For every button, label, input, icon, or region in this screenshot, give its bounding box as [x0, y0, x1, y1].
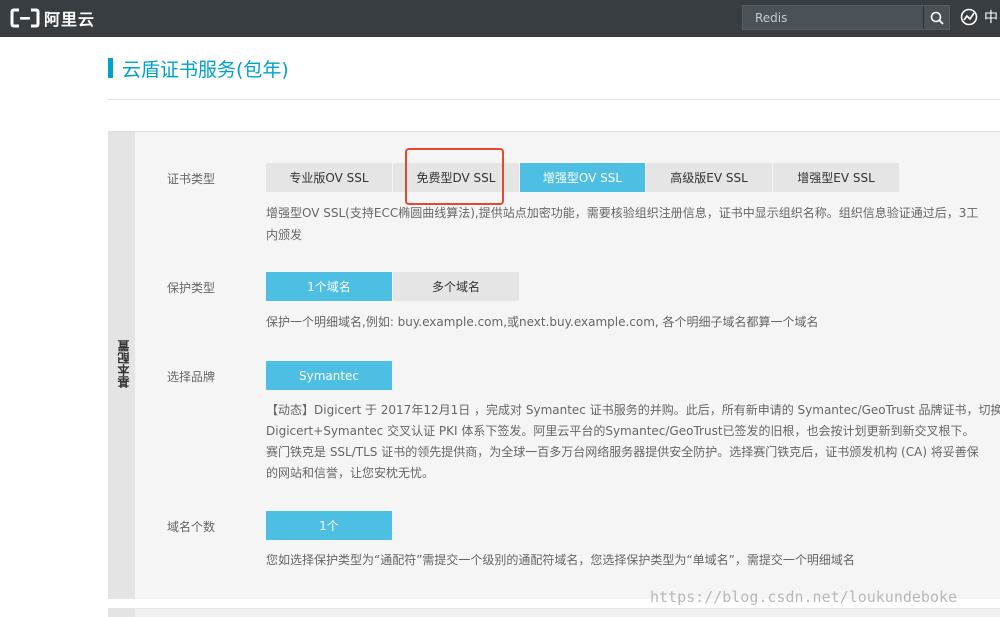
brand-description-line-1: 【动态】Digicert 于 2017年12月1日 ，完成对 Symantec … — [266, 403, 1000, 417]
section-label: 基本配置 — [117, 340, 131, 388]
language-label: 中 — [984, 10, 998, 26]
brand-description-line-3: 赛门铁克是 SSL/TLS 证书的领先提供商，为全球一百多万台网络服务器提供安全… — [266, 445, 979, 459]
search-icon — [930, 11, 944, 25]
language-switch[interactable]: 中 — [960, 7, 998, 27]
domain-count-label: 域名个数 — [167, 520, 216, 534]
aliyun-logo[interactable]: 阿里云 — [10, 7, 95, 29]
title-divider — [108, 99, 1000, 100]
brand-option-symantec[interactable]: Symantec — [266, 361, 392, 390]
aliyun-logo-icon — [10, 8, 40, 28]
title-accent-bar — [108, 58, 113, 78]
logo-text: 阿里云 — [44, 10, 96, 29]
cert-type-description-line-2: 内颁发 — [266, 228, 303, 242]
protect-option-single[interactable]: 1个域名 — [266, 272, 392, 301]
cert-type-description-line-1: 增强型OV SSL(支持ECC椭圆曲线算法),提供站点加密功能，需要核验组织注册… — [266, 206, 979, 220]
cert-option-enhanced-ov[interactable]: 增强型OV SSL — [520, 163, 645, 192]
section-side-tab: 基本配置 — [108, 132, 135, 599]
search-box — [742, 5, 950, 30]
cert-option-free-dv[interactable]: 免费型DV SSL — [393, 163, 519, 192]
search-input[interactable] — [743, 6, 923, 29]
brand-label: 选择品牌 — [167, 370, 216, 384]
protect-type-label: 保护类型 — [167, 281, 216, 295]
globe-icon — [960, 8, 978, 26]
top-navigation-bar: 阿里云 中 — [0, 0, 1000, 37]
brand-description-line-2: Digicert+Symantec 交叉认证 PKI 体系下签发。阿里云平台的S… — [266, 424, 975, 438]
brand-description-line-4: 的网站和信誉，让您安枕无忧。 — [266, 466, 435, 480]
cert-type-label: 证书类型 — [167, 172, 216, 186]
protect-option-multiple[interactable]: 多个域名 — [393, 272, 519, 301]
search-button[interactable] — [923, 6, 950, 29]
cert-option-enhanced-ev[interactable]: 增强型EV SSL — [773, 163, 899, 192]
domain-count-option-1[interactable]: 1个 — [266, 511, 392, 540]
protect-type-description: 保护一个明细域名,例如: buy.example.com,或next.buy.e… — [266, 315, 819, 329]
cert-option-advanced-ev[interactable]: 高级版EV SSL — [646, 163, 772, 192]
domain-count-description: 您如选择保护类型为“通配符”需提交一个级别的通配符域名，您选择保护类型为“单域名… — [266, 553, 855, 567]
next-panel — [108, 608, 1000, 617]
cert-option-pro-ov[interactable]: 专业版OV SSL — [266, 163, 392, 192]
next-panel-side-tab — [108, 608, 135, 617]
page-title: 云盾证书服务(包年) — [122, 59, 289, 81]
watermark: https://blog.csdn.net/loukundeboke — [650, 588, 958, 606]
